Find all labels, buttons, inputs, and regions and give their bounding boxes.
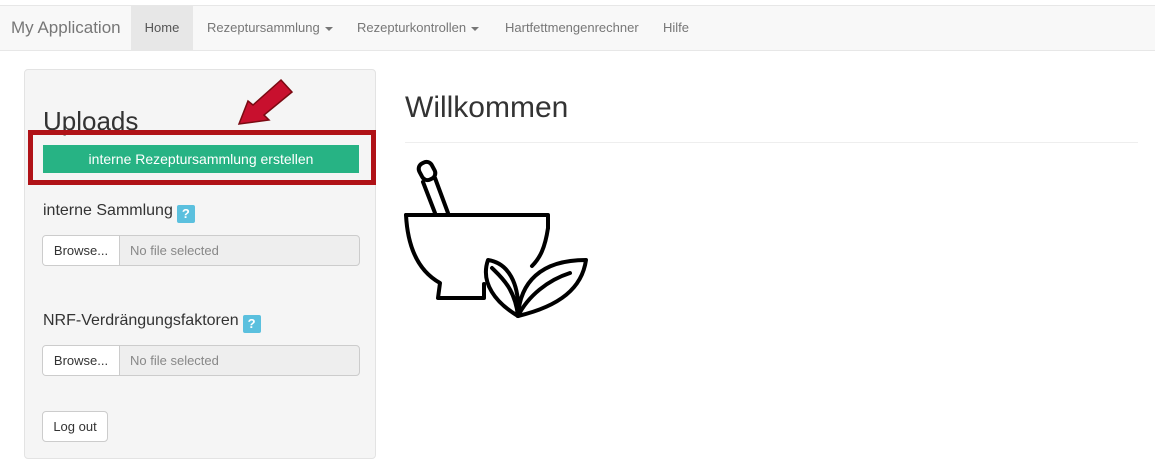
- interne-sammlung-text: interne Sammlung: [43, 202, 173, 219]
- file-name-field[interactable]: No file selected: [130, 346, 219, 375]
- red-arrow-icon: [237, 78, 294, 125]
- help-icon[interactable]: ?: [242, 315, 261, 333]
- create-collection-button[interactable]: interne Rezeptursammlung erstellen: [43, 145, 359, 173]
- nav-hilfe-label: Hilfe: [663, 20, 690, 35]
- nav-rezepturkontrollen-label: Rezepturkontrollen: [357, 20, 467, 35]
- nav-rezeptursammlung-label: Rezeptursammlung: [207, 20, 320, 35]
- browse-button[interactable]: Browse...: [43, 346, 120, 375]
- browse-button[interactable]: Browse...: [43, 236, 120, 265]
- nav-rezepturkontrollen-dropdown[interactable]: Rezepturkontrollen: [357, 6, 480, 50]
- nrf-verdraengungsfaktoren-label: NRF-Verdrängungsfaktoren?: [43, 311, 261, 333]
- caret-down-icon: [471, 26, 480, 31]
- help-icon[interactable]: ?: [176, 205, 195, 223]
- nav-hartfettmengenrechner[interactable]: Hartfettmengenrechner: [505, 6, 639, 50]
- logout-button[interactable]: Log out: [42, 411, 108, 442]
- nrf-file-input[interactable]: Browse... No file selected: [42, 345, 360, 376]
- mortar-pestle-leaves-icon: [404, 159, 588, 318]
- brand-link[interactable]: My Application: [11, 6, 121, 50]
- nav-rezeptursammlung-dropdown[interactable]: Rezeptursammlung: [207, 6, 333, 50]
- file-name-field[interactable]: No file selected: [130, 236, 219, 265]
- nav-hilfe[interactable]: Hilfe: [663, 6, 689, 50]
- interne-sammlung-label: interne Sammlung?: [43, 201, 195, 223]
- divider: [405, 142, 1138, 143]
- nav-hartfettmengenrechner-label: Hartfettmengenrechner: [505, 20, 639, 35]
- nav-home[interactable]: Home: [131, 6, 193, 50]
- page-title: Willkommen: [405, 91, 569, 124]
- navbar: My Application Home Rezeptursammlung Rez…: [0, 5, 1155, 51]
- caret-down-icon: [324, 26, 333, 31]
- nav-home-label: Home: [144, 20, 180, 35]
- nrf-verdraengungsfaktoren-text: NRF-Verdrängungsfaktoren: [43, 312, 239, 329]
- interne-sammlung-file-input[interactable]: Browse... No file selected: [42, 235, 360, 266]
